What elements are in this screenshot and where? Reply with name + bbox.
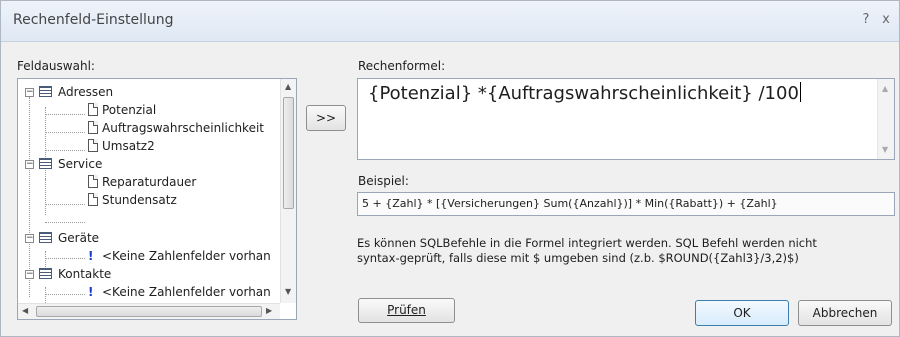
- tree-node-no-number-fields[interactable]: ! <Keine Zahlenfelder vorhan: [18, 283, 280, 301]
- collapse-icon[interactable]: −: [25, 160, 34, 169]
- tree-node-label: Stundensatz: [102, 193, 177, 207]
- table-icon: [39, 158, 52, 169]
- tree-horizontal-scrollbar[interactable]: ◀ ▶: [18, 303, 280, 319]
- tree-node-reparaturdauer[interactable]: Reparaturdauer: [18, 173, 278, 191]
- field-tree[interactable]: − Adressen Potenzial Auftragswahrscheinl…: [17, 78, 297, 320]
- collapse-icon[interactable]: −: [25, 270, 34, 279]
- collapse-icon[interactable]: −: [25, 88, 34, 97]
- example-field: 5 + {Zahl} * [{Versicherungen} Sum({Anza…: [357, 192, 895, 216]
- tree-connector: [45, 222, 85, 223]
- tree-node-stundensatz[interactable]: Stundensatz: [18, 191, 278, 209]
- tree-node-adressen[interactable]: − Adressen: [18, 83, 278, 101]
- tree-node-label: Kontakte: [58, 267, 112, 281]
- info-text: Es können SQLBefehle in die Formel integ…: [357, 236, 887, 266]
- field-icon: [88, 193, 98, 206]
- tree-node-service[interactable]: − Service: [18, 155, 278, 173]
- tree-node-label: <Keine Zahlenfelder vorhan: [102, 249, 271, 263]
- tree-node-label: Reparaturdauer: [102, 175, 197, 189]
- tree-node-auftragswahrscheinlichkeit[interactable]: Auftragswahrscheinlichkeit: [18, 119, 278, 137]
- scroll-left-icon[interactable]: ◀: [22, 306, 28, 315]
- table-icon: [39, 86, 52, 97]
- formula-input[interactable]: {Potenzial} *{Auftragswahrscheinlichkeit…: [357, 78, 895, 160]
- formula-value: {Potenzial} *{Auftragswahrscheinlichkeit…: [368, 83, 799, 104]
- tree-node-umsatz2[interactable]: Umsatz2: [18, 137, 278, 155]
- calc-field-dialog: Rechenfeld-Einstellung ? x Feldauswahl: …: [0, 0, 900, 337]
- formula-value-wrap: {Potenzial} *{Auftragswahrscheinlichkeit…: [368, 82, 801, 104]
- table-icon: [39, 232, 52, 243]
- help-icon[interactable]: ?: [859, 12, 873, 27]
- table-icon: [39, 268, 52, 279]
- window-title: Rechenfeld-Einstellung: [13, 12, 174, 28]
- warning-icon: !: [88, 249, 94, 263]
- field-selection-label: Feldauswahl:: [17, 59, 95, 73]
- info-line-2: syntax-geprüft, falls diese mit $ umgebe…: [357, 251, 799, 265]
- info-line-1: Es können SQLBefehle in die Formel integ…: [357, 236, 817, 250]
- check-button[interactable]: Prüfen: [358, 298, 455, 323]
- tree-vertical-scrollbar[interactable]: ▲ ▼: [280, 79, 296, 303]
- tree-node-no-number-fields[interactable]: ! <Keine Zahlenfelder vorhan: [18, 247, 280, 265]
- tree-node-kontakte[interactable]: − Kontakte: [18, 265, 278, 283]
- close-icon[interactable]: x: [879, 12, 893, 27]
- scroll-up-icon[interactable]: ▲: [285, 82, 291, 91]
- field-tree-content: − Adressen Potenzial Auftragswahrscheinl…: [18, 79, 280, 303]
- scroll-right-icon[interactable]: ▶: [266, 306, 272, 315]
- field-icon: [88, 175, 98, 188]
- tree-node-geraete[interactable]: − Geräte: [18, 229, 278, 247]
- tree-node-label: <Keine Zahlenfelder vorhan: [102, 285, 271, 299]
- insert-field-button[interactable]: >>: [306, 105, 346, 131]
- formula-label: Rechenformel:: [358, 59, 446, 73]
- scroll-thumb[interactable]: [283, 97, 294, 209]
- formula-scrollbar[interactable]: ▲ ▼: [877, 79, 894, 159]
- example-label: Beispiel:: [358, 174, 409, 188]
- text-caret: [799, 82, 801, 102]
- scroll-down-icon[interactable]: ▼: [882, 145, 888, 154]
- warning-icon: !: [88, 285, 94, 299]
- scroll-up-icon[interactable]: ▲: [882, 84, 888, 93]
- tree-node-label: Geräte: [58, 231, 100, 245]
- cancel-button[interactable]: Abbrechen: [798, 300, 892, 326]
- scroll-down-icon[interactable]: ▼: [285, 287, 291, 296]
- tree-node-potenzial[interactable]: Potenzial: [18, 101, 278, 119]
- tree-node-label: Adressen: [58, 85, 114, 99]
- tree-node-label: Auftragswahrscheinlichkeit: [102, 121, 264, 135]
- field-icon: [88, 103, 98, 116]
- tree-node-label: Umsatz2: [102, 139, 155, 153]
- tree-node-label: Service: [58, 157, 103, 171]
- title-bar: Rechenfeld-Einstellung ? x: [1, 1, 899, 42]
- collapse-icon[interactable]: −: [25, 234, 34, 243]
- scroll-thumb[interactable]: [36, 306, 262, 317]
- check-button-label: Prüfen: [387, 303, 426, 317]
- ok-button[interactable]: OK: [695, 300, 789, 326]
- field-icon: [88, 139, 98, 152]
- field-icon: [88, 121, 98, 134]
- tree-node-label: Potenzial: [102, 103, 157, 117]
